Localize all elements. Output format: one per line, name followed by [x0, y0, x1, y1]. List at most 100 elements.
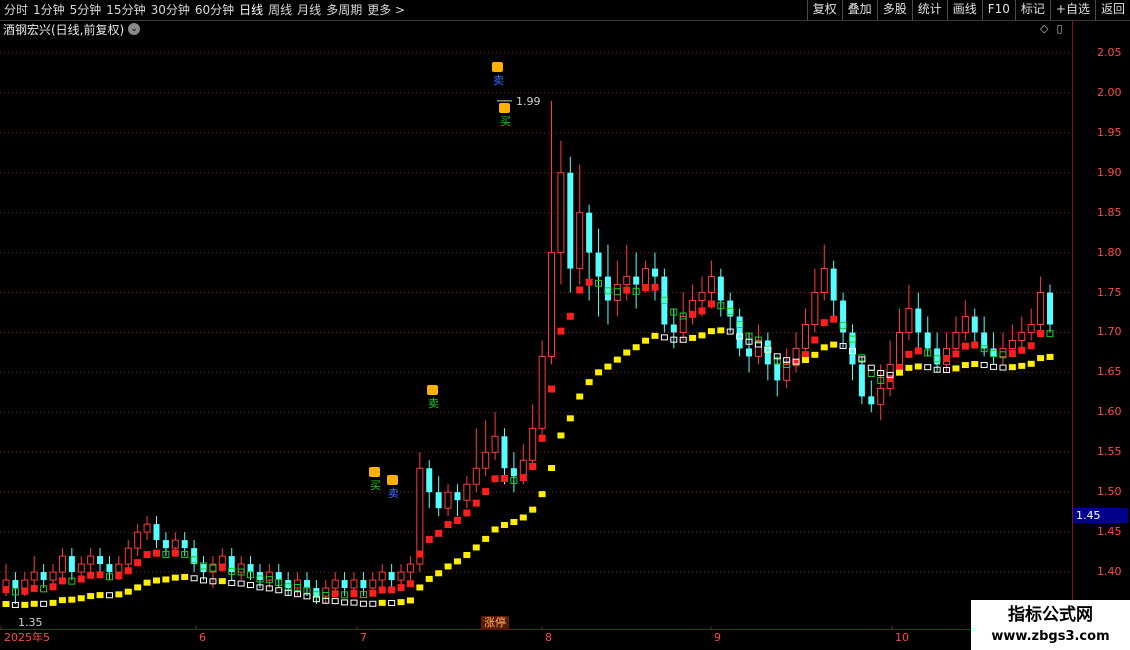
- candle-body: [388, 572, 395, 581]
- toolbar-button-5[interactable]: F10: [981, 0, 1015, 20]
- period-tab-10[interactable]: 更多 >: [367, 0, 410, 20]
- period-tab-3[interactable]: 15分钟: [106, 0, 150, 20]
- date-axis: 2025年5 6 7 8 9 10: [0, 630, 1073, 650]
- toolbar-button-6[interactable]: 标记: [1014, 0, 1050, 20]
- band-slow-mark: [660, 334, 668, 341]
- band-fast-mark: [87, 571, 95, 579]
- date-tick: 8: [545, 631, 552, 644]
- candle-body: [200, 564, 207, 573]
- band-slow-mark: [557, 432, 565, 439]
- band-slow-mark: [2, 601, 10, 608]
- candle-body: [228, 556, 235, 573]
- toolbar-button-4[interactable]: 画线: [946, 0, 982, 20]
- candle-body: [586, 212, 593, 253]
- signal-icon: [427, 385, 438, 395]
- period-tab-0[interactable]: 分时: [4, 0, 33, 20]
- band-slow-mark: [435, 570, 443, 577]
- candle-body: [153, 524, 160, 541]
- period-tab-8[interactable]: 月线: [297, 0, 326, 20]
- date-tick: 2025年5: [4, 631, 50, 644]
- band-slow-mark: [811, 351, 819, 358]
- band-slow-mark: [980, 362, 988, 369]
- price-tick: 1.55: [1097, 445, 1122, 459]
- candle-body: [501, 436, 508, 469]
- band-slow-mark: [105, 592, 113, 599]
- candle-body: [576, 212, 584, 270]
- period-tab-4[interactable]: 30分钟: [151, 0, 195, 20]
- band-slow-mark: [40, 600, 48, 607]
- price-tick: 1.40: [1097, 565, 1122, 579]
- band-fast-mark: [689, 310, 697, 318]
- band-slow-mark: [472, 544, 480, 551]
- period-tab-1[interactable]: 1分钟: [33, 0, 70, 20]
- band-slow-mark: [820, 344, 828, 351]
- band-slow-mark: [482, 535, 490, 542]
- band-slow-mark: [115, 591, 123, 598]
- period-tab-9[interactable]: 多周期: [326, 0, 367, 20]
- band-fast-mark: [463, 509, 471, 517]
- watermark: 指标公式网 www.zbgs3.com: [971, 600, 1130, 650]
- signal-icon: [387, 475, 398, 485]
- toolbar-button-8[interactable]: 返回: [1094, 0, 1130, 20]
- band-fast-mark: [49, 583, 57, 591]
- band-fast-mark: [2, 586, 10, 594]
- toolbar-button-0[interactable]: 复权: [806, 0, 842, 20]
- band-slow-mark: [961, 362, 969, 369]
- period-tab-5[interactable]: 60分钟: [195, 0, 239, 20]
- candle-body: [801, 323, 809, 349]
- band-fast-mark: [152, 549, 160, 557]
- toolbar-button-7[interactable]: +自选: [1049, 0, 1095, 20]
- band-slow-mark: [378, 599, 386, 606]
- band-slow-mark: [190, 575, 198, 582]
- band-slow-mark: [369, 600, 377, 607]
- band-slow-mark: [717, 327, 725, 334]
- band-slow-mark: [247, 582, 255, 589]
- candle-body: [218, 555, 226, 565]
- candle-body: [774, 364, 781, 381]
- candle-body: [811, 292, 819, 325]
- candle-body: [416, 467, 424, 565]
- band-slow-mark: [519, 514, 527, 521]
- date-tick: 6: [199, 631, 206, 644]
- band-slow-mark: [924, 364, 932, 371]
- candle-body: [670, 324, 677, 333]
- band-slow-mark: [999, 364, 1007, 371]
- kline-chart[interactable]: 卖买卖买卖1.991.35: [0, 21, 1073, 630]
- toolbar-button-1[interactable]: 叠加: [841, 0, 877, 20]
- band-slow-mark: [576, 393, 584, 400]
- band-slow-mark: [500, 521, 508, 528]
- candle-body: [971, 316, 978, 333]
- price-tick: 1.65: [1097, 365, 1122, 379]
- band-fast-mark: [425, 535, 433, 543]
- candle-body: [707, 276, 715, 294]
- toolbar-button-2[interactable]: 多股: [876, 0, 912, 20]
- toolbar-button-3[interactable]: 统计: [911, 0, 947, 20]
- band-fast-mark: [350, 589, 358, 597]
- band-fast-mark: [548, 385, 556, 393]
- band-slow-mark: [181, 573, 189, 580]
- band-fast-mark: [623, 286, 631, 294]
- band-fast-mark: [1027, 342, 1035, 350]
- candle-body: [482, 451, 490, 469]
- candle-body: [698, 292, 706, 302]
- band-slow-mark: [359, 600, 367, 607]
- band-slow-mark: [237, 580, 245, 587]
- period-tab-6[interactable]: 日线: [239, 0, 268, 20]
- current-price-badge: 1.45: [1073, 508, 1128, 523]
- candle-body: [143, 523, 151, 533]
- candle-body: [905, 308, 913, 333]
- period-tab-2[interactable]: 5分钟: [70, 0, 107, 20]
- watermark-url: www.zbgs3.com: [991, 629, 1110, 644]
- candle-body: [12, 580, 19, 589]
- band-slow-mark: [397, 599, 405, 606]
- period-tab-7[interactable]: 周线: [268, 0, 297, 20]
- candle-body: [990, 348, 997, 357]
- band-fast-mark: [444, 521, 452, 529]
- band-slow-mark: [228, 579, 236, 586]
- candle-body: [68, 556, 75, 573]
- price-tick: 1.45: [1097, 525, 1122, 539]
- top-toolbar: 分时 1分钟 5分钟 15分钟 30分钟 60分钟 日线 周线 月线 多周期 更多 > 复权 叠加 多股…: [0, 0, 1130, 21]
- band-slow-mark: [388, 599, 396, 606]
- candle-body: [510, 468, 517, 477]
- candle-body: [463, 483, 471, 501]
